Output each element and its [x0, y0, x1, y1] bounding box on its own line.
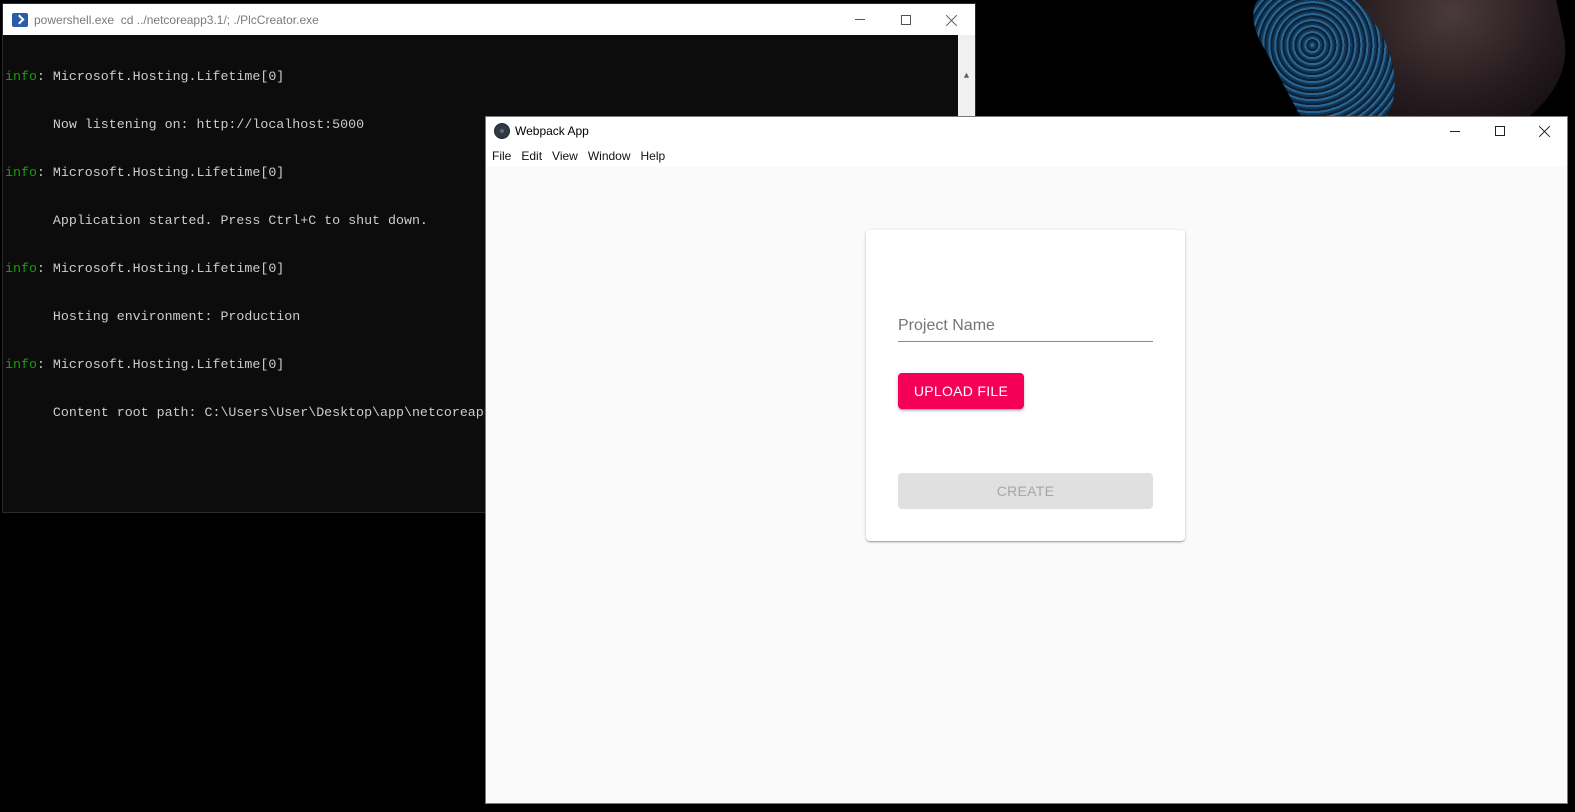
- minimize-icon: [855, 19, 865, 20]
- scroll-up-icon[interactable]: ▲: [958, 67, 975, 84]
- menu-file[interactable]: File: [487, 145, 516, 167]
- minimize-icon: [1449, 130, 1460, 132]
- app-titlebar[interactable]: Webpack App: [486, 117, 1567, 145]
- powershell-title: powershell.exe cd ../netcoreapp3.1/; ./P…: [34, 12, 319, 27]
- log-text: Now listening on: http://localhost:5000: [5, 117, 365, 132]
- powershell-window-controls: [837, 4, 975, 35]
- webpack-app-window[interactable]: Webpack App File Edit View Window Help U…: [485, 116, 1568, 804]
- maximize-button[interactable]: [883, 4, 929, 35]
- project-name-field: [898, 310, 1153, 342]
- log-text: : Microsoft.Hosting.Lifetime[0]: [36, 261, 285, 276]
- minimize-button[interactable]: [837, 4, 883, 35]
- menu-bar: File Edit View Window Help: [486, 145, 1567, 167]
- maximize-button[interactable]: [1477, 117, 1522, 145]
- app-window-controls: [1432, 117, 1567, 145]
- powershell-icon: [12, 12, 28, 27]
- log-text: : Microsoft.Hosting.Lifetime[0]: [36, 69, 285, 84]
- project-name-input[interactable]: [898, 310, 1153, 341]
- upload-file-button[interactable]: UPLOAD FILE: [898, 373, 1024, 409]
- menu-window[interactable]: Window: [583, 145, 636, 167]
- app-title: Webpack App: [515, 124, 589, 138]
- minimize-button[interactable]: [1432, 117, 1477, 145]
- menu-edit[interactable]: Edit: [516, 145, 547, 167]
- desktop-wallpaper: [975, 0, 1575, 120]
- log-level: info: [5, 261, 37, 276]
- log-text: : Microsoft.Hosting.Lifetime[0]: [36, 357, 285, 372]
- close-icon: [1539, 125, 1551, 137]
- log-text: Content root path: C:\Users\User\Desktop…: [5, 405, 492, 420]
- app-content: UPLOAD FILE CREATE: [486, 167, 1567, 803]
- terminal-line: info: Microsoft.Hosting.Lifetime[0]: [5, 69, 975, 85]
- menu-help[interactable]: Help: [636, 145, 671, 167]
- project-form-card: UPLOAD FILE CREATE: [866, 230, 1185, 541]
- close-button[interactable]: [929, 4, 975, 35]
- log-text: : Microsoft.Hosting.Lifetime[0]: [36, 165, 285, 180]
- close-icon: [946, 14, 958, 26]
- menu-view[interactable]: View: [547, 145, 583, 167]
- electron-icon: [494, 123, 510, 139]
- close-button[interactable]: [1522, 117, 1567, 145]
- log-text: Application started. Press Ctrl+C to shu…: [5, 213, 428, 228]
- log-level: info: [5, 69, 37, 84]
- log-text: Hosting environment: Production: [5, 309, 301, 324]
- log-level: info: [5, 357, 37, 372]
- log-level: info: [5, 165, 37, 180]
- maximize-icon: [1494, 126, 1505, 136]
- powershell-titlebar[interactable]: powershell.exe cd ../netcoreapp3.1/; ./P…: [3, 4, 975, 35]
- maximize-icon: [901, 14, 911, 25]
- create-button[interactable]: CREATE: [898, 473, 1153, 509]
